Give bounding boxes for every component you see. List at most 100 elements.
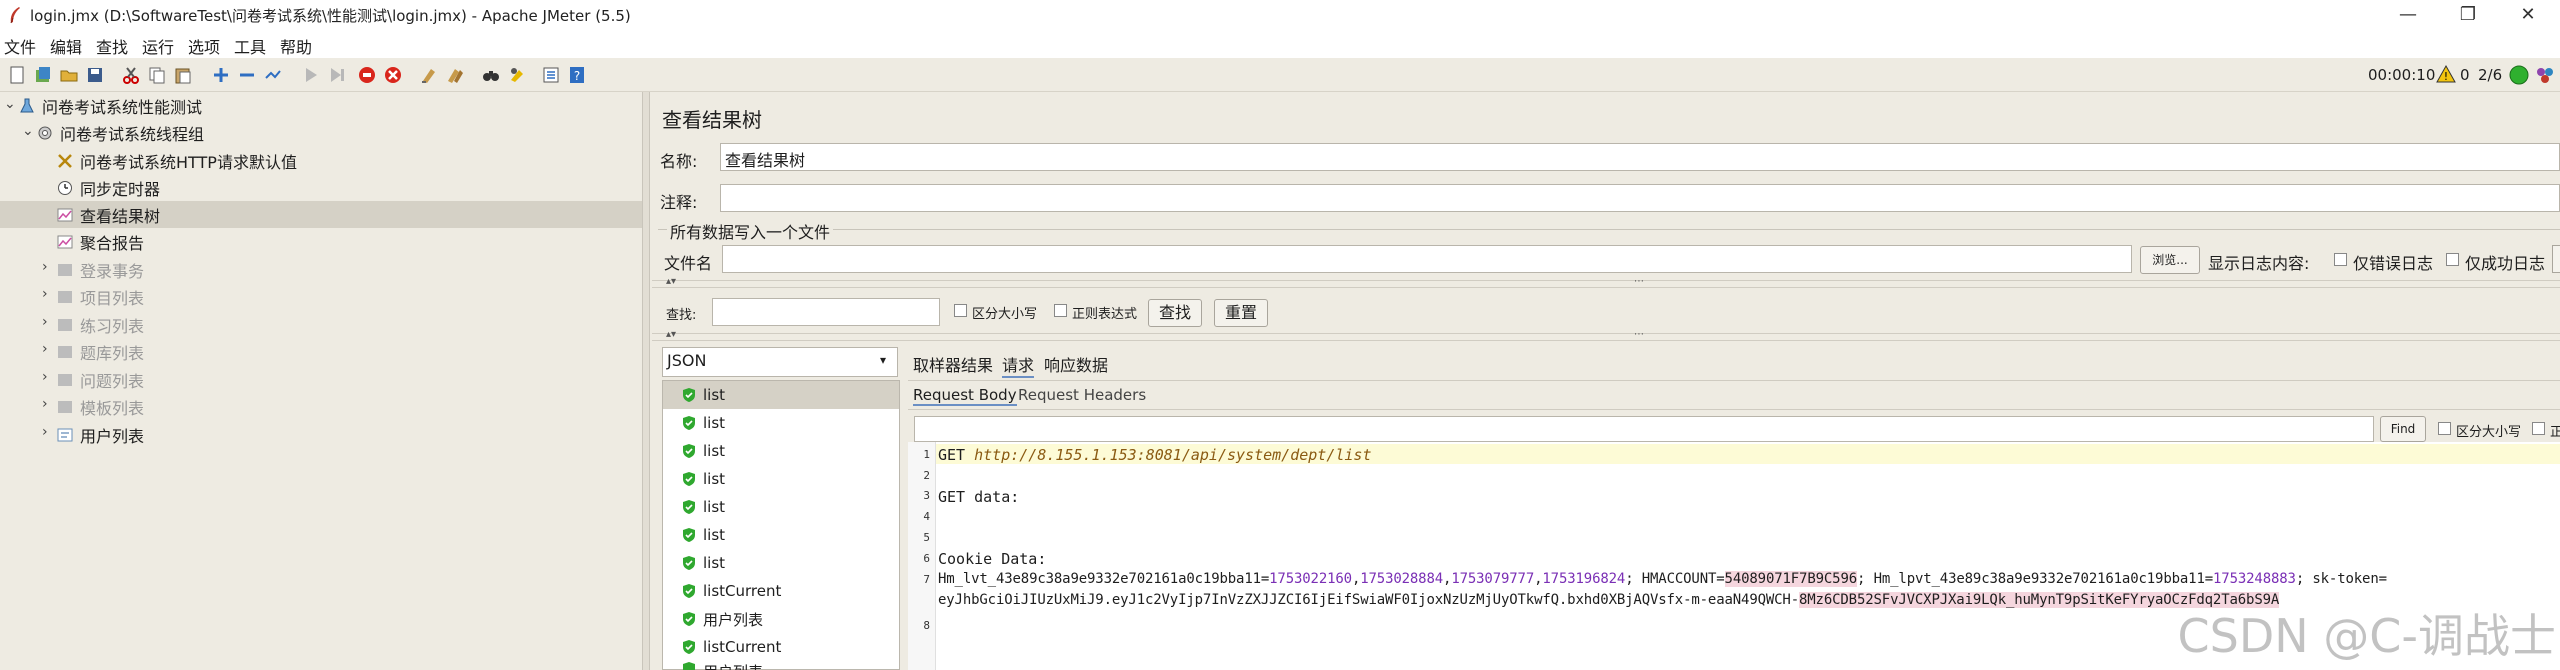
tree-node-project-list[interactable]: 项目列表 (56, 283, 144, 310)
cut-icon[interactable] (120, 64, 142, 86)
list-item[interactable]: list (663, 409, 899, 437)
tab-response-data[interactable]: 响应数据 (1044, 352, 1108, 376)
tree-splitter[interactable] (642, 92, 650, 670)
collapse-chevron-icon[interactable]: ⌄ (4, 96, 16, 112)
menu-file[interactable]: 文件 (4, 34, 36, 58)
new-icon[interactable] (6, 64, 28, 86)
tree-node-view-results-tree[interactable]: 查看结果树 (0, 201, 642, 228)
reset-search-icon[interactable] (506, 64, 528, 86)
split-divider[interactable] (652, 280, 2560, 288)
list-item[interactable]: 用户列表 (663, 661, 899, 670)
shutdown-icon[interactable] (382, 64, 404, 86)
tab-request[interactable]: 请求 (1002, 352, 1035, 378)
renderer-select[interactable]: JSON (662, 347, 898, 377)
start-no-pause-icon[interactable] (326, 64, 348, 86)
save-icon[interactable] (84, 64, 106, 86)
log-display-label: 显示日志内容: (2208, 254, 2310, 273)
search-input[interactable] (712, 298, 940, 326)
success-only-checkbox[interactable] (2446, 253, 2459, 266)
menu-edit[interactable]: 编辑 (50, 34, 82, 58)
comment-input[interactable] (720, 184, 2560, 212)
body-find-input[interactable] (914, 416, 2374, 442)
help-icon[interactable]: ? (566, 64, 588, 86)
search-button[interactable]: 查找 (1148, 299, 1202, 327)
expand-chevron-icon[interactable]: › (42, 424, 48, 440)
list-item[interactable]: listCurrent (663, 577, 899, 605)
list-item[interactable]: list (663, 521, 899, 549)
tree-node-http-defaults[interactable]: 问卷考试系统HTTP请求默认值 (56, 147, 297, 174)
body-find-button[interactable]: Find (2380, 416, 2426, 442)
function-helper-icon[interactable] (540, 64, 562, 86)
clear-icon[interactable] (418, 64, 440, 86)
menu-tools[interactable]: 工具 (234, 34, 266, 58)
list-item[interactable]: list (663, 465, 899, 493)
configure-button[interactable] (2552, 245, 2560, 273)
browse-button[interactable]: 浏览... (2140, 246, 2200, 274)
list-item[interactable]: 用户列表 (663, 605, 899, 633)
warning-icon[interactable]: ! (2436, 64, 2456, 84)
paste-icon[interactable] (172, 64, 194, 86)
transaction-controller-icon (56, 371, 74, 389)
regex-checkbox[interactable] (1054, 304, 1067, 317)
close-button[interactable]: ✕ (2498, 0, 2558, 30)
tab-request-headers[interactable]: Request Headers (1018, 386, 1146, 404)
body-regex-checkbox[interactable] (2532, 422, 2545, 435)
expand-chevron-icon[interactable]: › (42, 286, 48, 302)
errors-only-checkbox[interactable] (2334, 253, 2347, 266)
tree-node-login-transaction[interactable]: 登录事务 (56, 256, 144, 283)
divider-grip-icon[interactable]: ⋯ (1634, 329, 1644, 340)
find-icon[interactable] (480, 64, 502, 86)
expand-chevron-icon[interactable]: › (42, 314, 48, 330)
list-item[interactable]: list (663, 381, 899, 409)
expand-chevron-icon[interactable]: › (42, 259, 48, 275)
expand-chevron-icon[interactable]: › (42, 369, 48, 385)
list-item-label: list (703, 442, 726, 460)
case-sensitive-checkbox[interactable] (954, 304, 967, 317)
tree-node-aggregate-report[interactable]: 聚合报告 (56, 228, 144, 255)
clear-all-icon[interactable] (444, 64, 466, 86)
minimize-button[interactable]: — (2378, 0, 2438, 30)
tree-node-user-list[interactable]: 用户列表 (56, 421, 144, 448)
chevron-down-icon[interactable]: ▾ (880, 353, 886, 367)
collapse-icon[interactable] (236, 64, 258, 86)
toggle-icon[interactable] (262, 64, 284, 86)
list-item[interactable]: list (663, 437, 899, 465)
copy-icon[interactable] (146, 64, 168, 86)
templates-icon[interactable] (32, 64, 54, 86)
tab-request-body[interactable]: Request Body (913, 386, 1017, 406)
name-input[interactable]: 查看结果树 (720, 143, 2560, 171)
list-item[interactable]: list (663, 549, 899, 577)
tree-node-label: 问题列表 (80, 371, 145, 391)
menu-help[interactable]: 帮助 (280, 34, 312, 58)
tree-node-thread-group[interactable]: 问卷考试系统线程组 (36, 119, 204, 146)
tab-sampler-result[interactable]: 取样器结果 (913, 352, 993, 376)
start-icon[interactable] (300, 64, 322, 86)
reset-button[interactable]: 重置 (1214, 299, 1268, 327)
tree-node-question-bank-list[interactable]: 题库列表 (56, 338, 144, 365)
collapse-chevron-icon[interactable]: ⌄ (22, 123, 34, 139)
tree-node-test-plan[interactable]: 问卷考试系统性能测试 (18, 92, 202, 119)
divider-arrows-icon[interactable]: ▴▾ (666, 329, 676, 340)
open-icon[interactable] (58, 64, 80, 86)
menu-run[interactable]: 运行 (142, 34, 174, 58)
sample-result-list[interactable]: list list list list list list list listC… (662, 380, 900, 670)
divider-grip-icon[interactable]: ⋯ (1634, 276, 1644, 287)
tree-node-template-list[interactable]: 模板列表 (56, 393, 144, 420)
divider-arrows-icon[interactable]: ▴▾ (666, 276, 676, 287)
list-item[interactable]: list (663, 493, 899, 521)
body-case-checkbox[interactable] (2438, 422, 2451, 435)
remote-engines-icon[interactable] (2534, 64, 2556, 86)
restore-button[interactable]: ❐ (2438, 0, 2498, 30)
filename-input[interactable] (722, 245, 2132, 273)
stop-icon[interactable] (356, 64, 378, 86)
expand-icon[interactable] (210, 64, 232, 86)
split-divider[interactable] (652, 333, 2560, 341)
tree-node-question-list[interactable]: 问题列表 (56, 366, 144, 393)
tree-node-sync-timer[interactable]: 同步定时器 (56, 174, 160, 201)
tree-node-practice-list[interactable]: 练习列表 (56, 311, 144, 338)
list-item[interactable]: listCurrent (663, 633, 899, 661)
menu-options[interactable]: 选项 (188, 34, 220, 58)
expand-chevron-icon[interactable]: › (42, 341, 48, 357)
expand-chevron-icon[interactable]: › (42, 396, 48, 412)
menu-search[interactable]: 查找 (96, 34, 128, 58)
